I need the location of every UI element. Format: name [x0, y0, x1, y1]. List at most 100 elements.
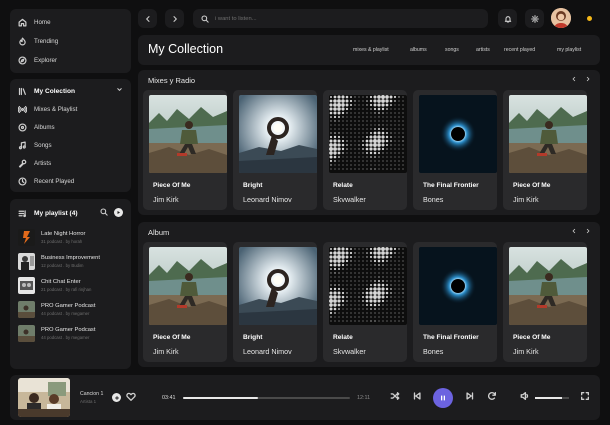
card-artist: Leonard Nimov — [243, 195, 292, 204]
chevron-left-icon[interactable] — [571, 76, 577, 82]
playlist-item[interactable]: PRO Gamer Podcast 44 podcast . by megamer — [18, 301, 95, 318]
player-bar: Cancion 1 Artista 1 03:41 12:11 — [10, 375, 600, 420]
playlist-item-meta: 31 podcast . by horah — [41, 239, 83, 244]
card-title: The Final Frontier — [423, 334, 479, 341]
tab-recent-played[interactable]: recent played — [504, 47, 535, 53]
playlist-item-title: Chit Chat Enter — [41, 279, 81, 285]
sidebar-item-recent[interactable]: Recent Played — [18, 174, 74, 188]
sidebar-item-home[interactable]: Home — [18, 15, 51, 29]
sidebar-item-artists[interactable]: Artists — [18, 156, 51, 170]
sidebar-item-albums[interactable]: Albums — [18, 120, 55, 134]
shuffle-button[interactable] — [390, 391, 400, 401]
album-card[interactable]: Relate Skvwalker — [323, 242, 407, 362]
volume-button[interactable] — [520, 391, 530, 401]
avatar[interactable] — [551, 8, 571, 28]
add-to-playlist-button[interactable] — [112, 393, 121, 402]
back-button[interactable] — [138, 9, 157, 28]
plus-icon — [114, 395, 119, 400]
heart-icon — [126, 392, 136, 401]
card-artist: Jim Kirk — [513, 195, 539, 204]
tab-my-playlist[interactable]: my playlist — [557, 47, 581, 53]
card-title: The Final Frontier — [423, 182, 479, 189]
previous-button[interactable] — [412, 391, 422, 401]
album-cover — [329, 95, 407, 173]
chevron-down-icon[interactable] — [116, 86, 123, 93]
tab-mixes-playlist[interactable]: mixes & playlist — [353, 47, 389, 53]
album-card[interactable]: Relate Skvwalker — [323, 90, 407, 210]
gear-icon — [530, 14, 539, 23]
sidebar-item-explorer[interactable]: Explorer — [18, 53, 57, 67]
chevron-right-icon[interactable] — [585, 76, 591, 82]
sidebar-item-songs[interactable]: Songs — [18, 138, 52, 152]
like-button[interactable] — [126, 392, 136, 402]
collection-header: My Collection mixes & playlist albums so… — [138, 35, 600, 65]
play-playlist-button[interactable] — [114, 208, 123, 217]
music-note-icon — [18, 141, 27, 150]
playlist-item[interactable]: Business Improvement 12 podcast . by Budi… — [18, 253, 100, 270]
playlist-item-title: PRO Gamer Podcast — [41, 303, 96, 309]
search-input[interactable] — [215, 15, 465, 22]
playlist-item-title: PRO Gamer Podcast — [41, 327, 96, 333]
tab-artists[interactable]: artists — [476, 47, 490, 53]
playlist-item-meta: 44 podcast . by megamer — [41, 311, 90, 316]
album-card[interactable]: Piece Of Me Jim Kirk — [503, 90, 587, 210]
volume-fill — [535, 397, 563, 399]
sidebar-playlist-panel: My playlist (4) Late Night Horror 31 podc… — [10, 199, 131, 369]
pause-icon — [441, 395, 445, 401]
album-cover — [239, 247, 317, 325]
progress-fill — [183, 397, 259, 399]
card-title: Piece Of Me — [153, 334, 191, 341]
volume-icon — [520, 392, 529, 400]
card-artist: Jim Kirk — [153, 195, 179, 204]
card-artist: Bones — [423, 347, 444, 356]
card-artist: Bones — [423, 195, 444, 204]
search-icon[interactable] — [100, 208, 108, 216]
album-card[interactable]: The Final Frontier Bones — [413, 90, 497, 210]
sidebar-item-trending[interactable]: Trending — [18, 34, 58, 48]
playlist-title: My playlist (4) — [34, 209, 78, 217]
forward-button[interactable] — [165, 9, 184, 28]
sidebar-item-label: Mixes & Playlist — [34, 105, 78, 113]
progress-bar[interactable] — [183, 397, 350, 399]
card-title: Piece Of Me — [153, 182, 191, 189]
album-cover — [149, 247, 227, 325]
sidebar-item-label: Recent Played — [34, 177, 75, 185]
card-title: Bright — [243, 182, 263, 189]
sidebar-collection-nav: My Colection Mixes & Playlist Albums Son… — [10, 79, 131, 192]
fullscreen-button[interactable] — [580, 391, 590, 401]
search-icon — [201, 14, 209, 23]
track-artist: Artista 1 — [80, 399, 97, 404]
playlist-item[interactable]: Chit Chat Enter 21 podcast . by rafi rinj… — [18, 277, 91, 294]
notifications-button[interactable] — [498, 9, 517, 28]
play-pause-button[interactable] — [433, 388, 453, 408]
playlist-item-meta: 12 podcast . by Budim — [41, 263, 84, 268]
repeat-button[interactable] — [487, 391, 497, 401]
playlist-cover — [18, 325, 35, 342]
playlist-cover — [18, 253, 35, 270]
next-button[interactable] — [465, 391, 475, 401]
sidebar-item-label: Albums — [34, 123, 55, 131]
tab-albums[interactable]: albums — [410, 47, 427, 53]
album-card[interactable]: Bright Leonard Nimov — [233, 90, 317, 210]
album-card[interactable]: Bright Leonard Nimov — [233, 242, 317, 362]
chevron-right-icon[interactable] — [585, 228, 591, 234]
playlist-item-meta: 21 podcast . by rafi rinjhan — [41, 287, 92, 292]
album-cover — [419, 247, 497, 325]
sidebar-main-nav: Home Trending Explorer — [10, 9, 131, 73]
album-card[interactable]: The Final Frontier Bones — [413, 242, 497, 362]
settings-button[interactable] — [525, 9, 544, 28]
playlist-item[interactable]: PRO Gamer Podcast 44 podcast . by megamer — [18, 325, 95, 342]
sidebar-item-mixes[interactable]: Mixes & Playlist — [18, 102, 77, 116]
volume-slider[interactable] — [535, 397, 569, 399]
playlist-item[interactable]: Late Night Horror 31 podcast . by horah — [18, 229, 85, 246]
album-icon — [18, 122, 27, 132]
album-card[interactable]: Piece Of Me Jim Kirk — [503, 242, 587, 362]
section-album: Album Piece Of Me Jim Kirk Bright Leonard … — [138, 222, 600, 367]
album-card[interactable]: Piece Of Me Jim Kirk — [143, 90, 227, 210]
album-card[interactable]: Piece Of Me Jim Kirk — [143, 242, 227, 362]
playlist-icon — [18, 209, 27, 218]
tab-songs[interactable]: songs — [445, 47, 459, 53]
library-icon — [18, 87, 27, 96]
sidebar-collection-header[interactable]: My Colection — [18, 84, 75, 98]
chevron-left-icon[interactable] — [571, 228, 577, 234]
